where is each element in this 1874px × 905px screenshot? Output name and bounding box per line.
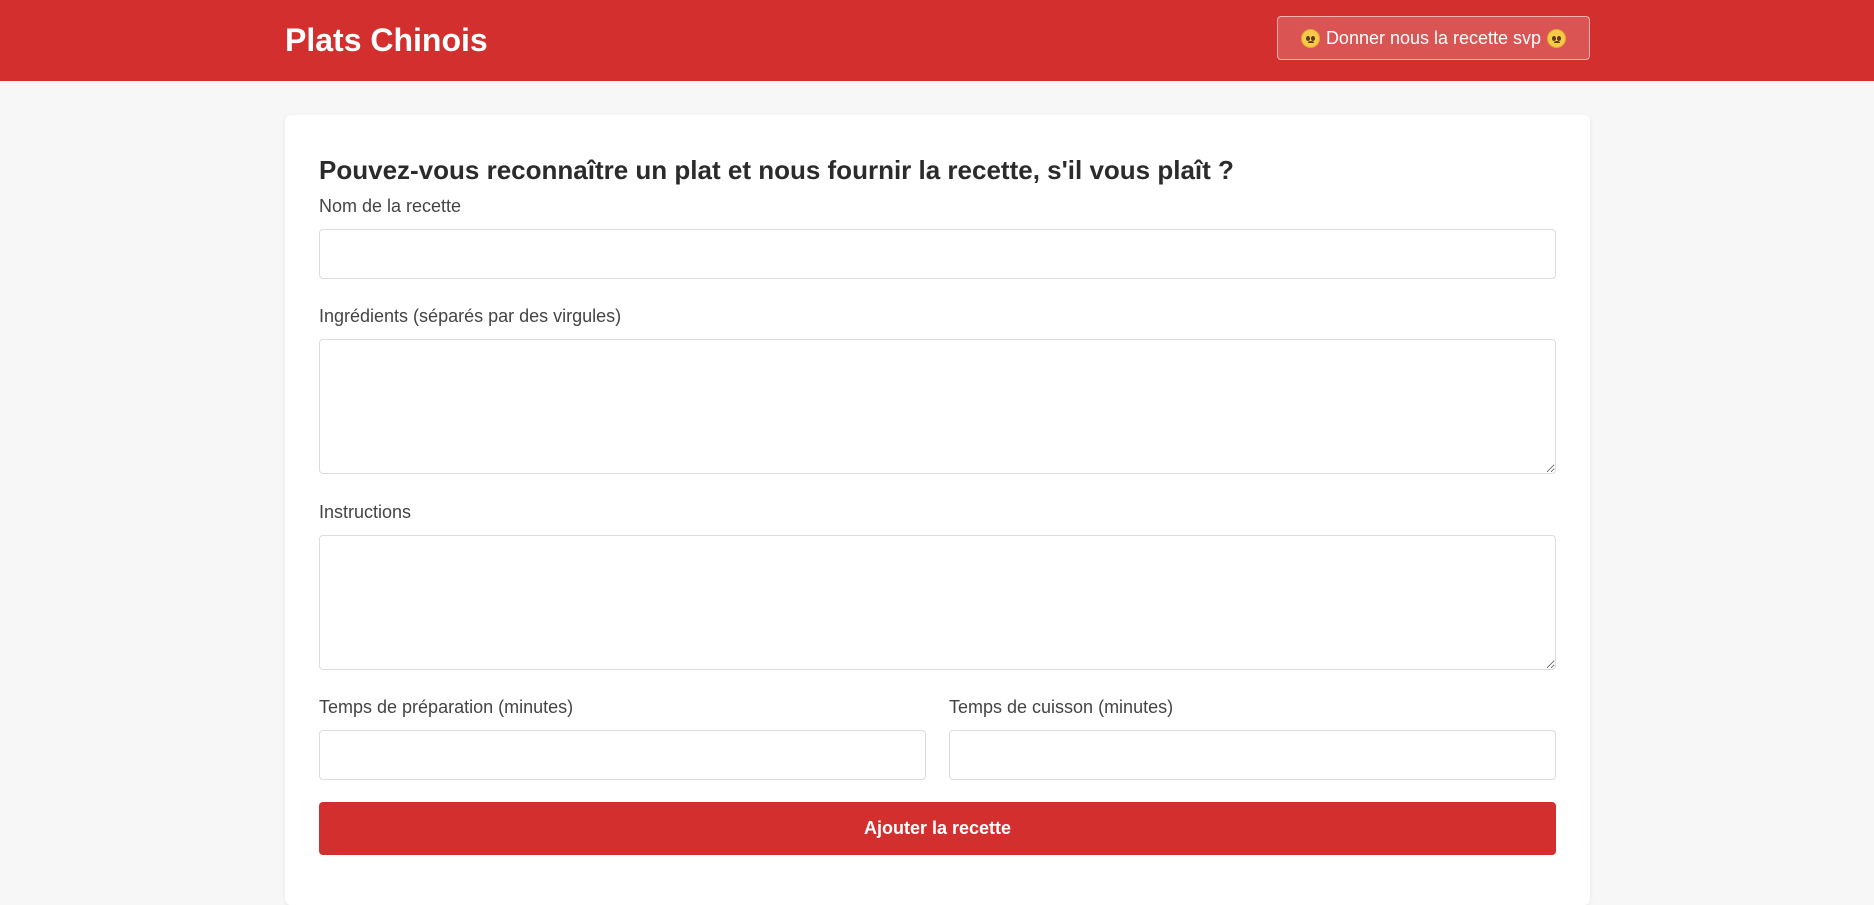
ingredients-label: Ingrédients (séparés par des virgules) [319,306,622,326]
recipe-name-input[interactable] [319,229,1556,279]
instructions-label: Instructions [319,502,412,522]
give-recipe-button[interactable]: Donner nous la recette svp [1277,16,1590,60]
form-title: Pouvez-vous reconnaître un plat et nous … [319,155,1234,185]
cook-time-label: Temps de cuisson (minutes) [949,697,1174,717]
recipe-form-card: Pouvez-vous reconnaître un plat et nous … [285,115,1590,905]
recipe-name-label: Nom de la recette [319,196,462,216]
pleading-face-icon [1547,28,1567,48]
prep-time-label: Temps de préparation (minutes) [319,697,574,717]
cook-time-input[interactable] [949,730,1556,780]
instructions-textarea[interactable] [319,535,1556,670]
prep-time-input[interactable] [319,730,926,780]
site-brand[interactable]: Plats Chinois [285,20,488,60]
ingredients-textarea[interactable] [319,339,1556,474]
add-recipe-button[interactable]: Ajouter la recette [319,802,1556,855]
pleading-face-icon [1300,28,1320,48]
give-recipe-button-label: Donner nous la recette svp [1325,27,1542,48]
top-navigation-bar: Plats Chinois Donner nous la recette svp [0,0,1874,81]
